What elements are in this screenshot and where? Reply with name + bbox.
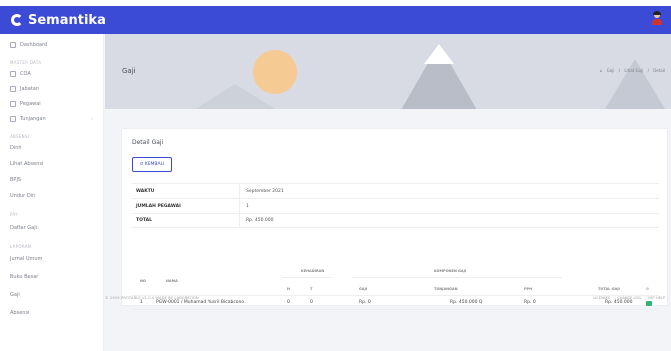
cell-nama: PGW-0001 / Muhamad Yusril Bicabcono	[156, 300, 245, 305]
breadcrumb: ⌂ Gaji / Lihat Gaji / Detail	[599, 68, 665, 73]
coa-icon	[10, 71, 16, 77]
page-title: Gaji	[122, 67, 136, 75]
cell-total: Rp. 450.000	[605, 300, 633, 305]
print-icon[interactable]	[646, 301, 652, 306]
detail-card: Detail Gaji ↺ KEMBALI WAKTU September 20…	[121, 128, 668, 310]
sidebar: Dashboard MASTER DATA COA Jabatan Pegawa…	[0, 34, 104, 351]
footer-link-licenses[interactable]: LICENSES	[593, 296, 610, 300]
column-header-h: H	[287, 287, 290, 291]
sidebar-item-absensi[interactable]: Absensi	[10, 310, 29, 316]
summary-row: TOTAL Rp. 450.000	[132, 213, 659, 228]
chevron-right-icon: ›	[91, 116, 93, 122]
cell-t: 0	[310, 300, 313, 305]
brand[interactable]: Semantika	[11, 13, 106, 28]
footer-copyright: © 2019 PROTABLE V1.0.0 MADE BY LABORATIO…	[105, 296, 199, 300]
user-avatar[interactable]	[651, 11, 663, 26]
sidebar-heading-master: MASTER DATA	[10, 60, 42, 65]
breadcrumb-lihat-gaji[interactable]: Lihat Gaji	[624, 68, 643, 73]
cell-pph: Rp. 0	[524, 300, 536, 305]
breadcrumb-detail: Detail	[653, 68, 665, 73]
summary-table: WAKTU September 2021 JUMLAH PEGAWAI 1 TO…	[132, 183, 659, 228]
summary-row: JUMLAH PEGAWAI 1	[132, 198, 659, 213]
page-header-banner: Gaji ⌂ Gaji / Lihat Gaji / Detail	[105, 34, 671, 109]
pegawai-icon	[10, 101, 16, 107]
brand-name: Semantika	[28, 12, 106, 28]
column-header-aksi: ⚙	[646, 287, 650, 291]
top-navbar: Semantika	[0, 6, 671, 34]
sidebar-item-tunjangan[interactable]: Tunjangan	[10, 116, 46, 122]
brand-logo-icon	[11, 14, 23, 26]
group-header-komponen: KOMPONEN GAJI	[434, 269, 467, 273]
column-header-gaji: GAJI	[359, 287, 368, 291]
cell-no: 1	[140, 300, 143, 305]
column-header-pph: PPH	[524, 287, 533, 291]
footer-link-get-help[interactable]: GET HELP	[648, 296, 665, 300]
sidebar-item-gaji[interactable]: Gaji	[10, 292, 20, 298]
main-content: Gaji ⌂ Gaji / Lihat Gaji / Detail Detail…	[105, 34, 671, 351]
breadcrumb-gaji[interactable]: Gaji	[607, 68, 615, 73]
summary-row: WAKTU September 2021	[132, 183, 659, 198]
sidebar-item-daftar-gaji[interactable]: Daftar Gaji	[10, 225, 37, 231]
card-title: Detail Gaji	[132, 139, 164, 146]
sidebar-item-undur-diri[interactable]: Undur Diri	[10, 193, 36, 199]
column-header-total: TOTAL GAJI	[598, 287, 620, 291]
footer-links: LICENSES CHANGE LOG GET HELP	[587, 296, 665, 300]
sidebar-item-buku-besar[interactable]: Buku Besar	[10, 274, 38, 280]
back-button[interactable]: ↺ KEMBALI	[132, 157, 172, 172]
sidebar-heading-absensi: ABSENSI	[10, 134, 30, 139]
sidebar-item-bpjs[interactable]: BPJS	[10, 177, 21, 183]
footer-link-change-log[interactable]: CHANGE LOG	[617, 296, 640, 300]
dashboard-icon	[10, 42, 16, 48]
sidebar-item-pegawai[interactable]: Pegawai	[10, 101, 41, 107]
sidebar-item-lihat-absensi[interactable]: Lihat Absensi	[10, 161, 43, 167]
column-header-nama: NAMA	[166, 279, 178, 283]
column-header-t: T	[310, 287, 313, 291]
tunjangan-icon	[10, 116, 16, 122]
cell-gaji: Rp. 0	[359, 300, 371, 305]
sidebar-item-jurnal-umum[interactable]: Jurnal Umum	[10, 256, 42, 262]
group-header-kehadiran: KEHADIRAN	[301, 269, 325, 273]
cell-h: 0	[287, 300, 290, 305]
cell-tunjangan[interactable]: Rp. 450.000 Q	[450, 300, 482, 305]
column-header-no: NO	[140, 279, 146, 283]
sidebar-item-dinh[interactable]: Dinh	[10, 145, 22, 151]
sidebar-item-jabatan[interactable]: Jabatan	[10, 86, 39, 92]
jabatan-icon	[10, 86, 16, 92]
sidebar-item-dashboard[interactable]: Dashboard	[10, 42, 47, 48]
home-icon[interactable]: ⌂	[600, 68, 603, 73]
sidebar-heading-laporan: LAPORAN	[10, 244, 32, 249]
sidebar-heading-payroll: PAY	[10, 212, 18, 217]
sidebar-item-coa[interactable]: COA	[10, 71, 31, 77]
column-header-tunjangan: TUNJANGAN	[434, 287, 458, 291]
